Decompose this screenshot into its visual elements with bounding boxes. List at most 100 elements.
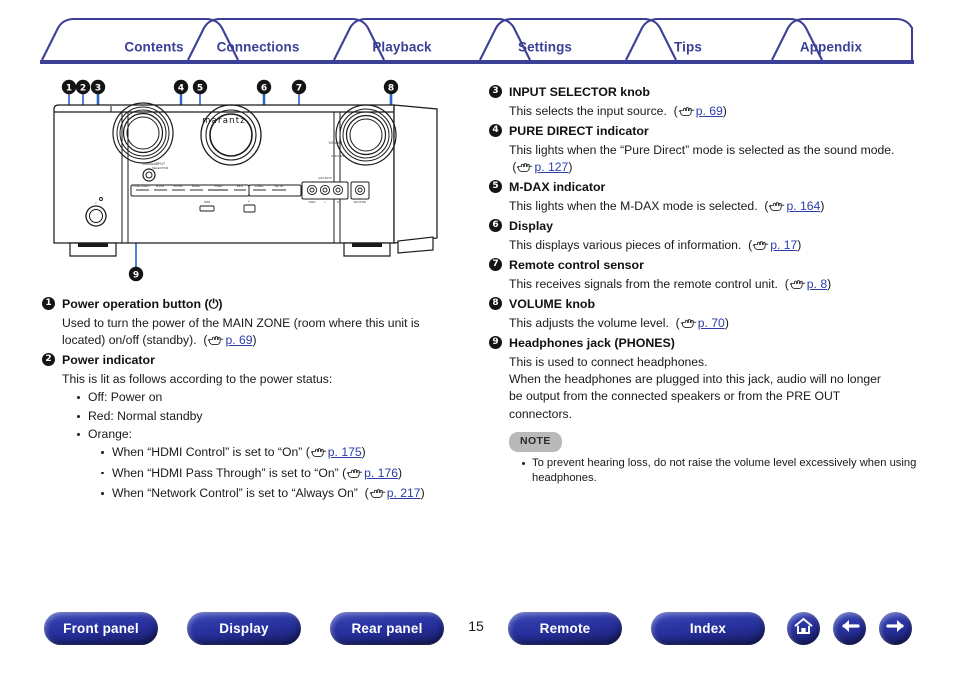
back-icon xyxy=(840,618,860,639)
page-link[interactable]: p. 175 xyxy=(328,445,362,459)
nav-index-button[interactable]: Index xyxy=(651,612,765,645)
svg-text:3: 3 xyxy=(95,83,101,93)
tab-playback[interactable]: Playback xyxy=(372,40,431,55)
tab-appendix[interactable]: Appendix xyxy=(800,40,862,55)
page-link[interactable]: p. 69 xyxy=(225,333,252,347)
callout-number: 7 xyxy=(489,258,502,272)
entry-title-text: VOLUME knob xyxy=(509,297,596,312)
svg-text:ZONE2: ZONE2 xyxy=(255,184,264,188)
body-line: be output from the connected speakers or… xyxy=(509,389,841,404)
front-panel-diagram: marantz INPUT SELECTOR VOLUME PHONES Ι P… xyxy=(48,78,478,283)
list-item: Orange: When “HDMI Control” is set to “O… xyxy=(76,426,482,504)
svg-text:SETUP MIC: SETUP MIC xyxy=(354,202,367,204)
home-button[interactable] xyxy=(787,612,820,645)
entry-body: This adjusts the volume level. (p. 70) xyxy=(489,315,934,334)
entry-body: This is lit as follows according to the … xyxy=(42,371,482,504)
page-link[interactable]: p. 17 xyxy=(770,238,797,252)
callout-number: 3 xyxy=(489,85,502,98)
home-icon xyxy=(794,617,813,640)
tab-settings[interactable]: Settings xyxy=(518,40,572,55)
entry-title-text: Headphones jack (PHONES) xyxy=(509,335,675,350)
page-reference[interactable]: (p. 69) xyxy=(203,333,256,347)
svg-text:AUX1 INPUT: AUX1 INPUT xyxy=(318,177,332,180)
back-button[interactable] xyxy=(833,612,866,645)
page-link[interactable]: p. 217 xyxy=(387,486,421,500)
svg-text:8: 8 xyxy=(388,83,394,93)
page-reference[interactable]: (p. 217) xyxy=(365,486,425,500)
svg-text:TUNER: TUNER xyxy=(214,184,223,188)
page-link[interactable]: p. 164 xyxy=(786,199,820,213)
entry-power-operation-button: 1 Power operation button (⏻) Used to tur… xyxy=(42,296,482,351)
entry-power-indicator: 2 Power indicator This is lit as follows… xyxy=(42,352,482,504)
page-reference[interactable]: (p. 176) xyxy=(342,466,402,480)
page-link[interactable]: p. 176 xyxy=(364,466,398,480)
nav-front-panel-button[interactable]: Front panel xyxy=(44,612,158,645)
entry-title: 5 M-DAX indicator xyxy=(489,179,934,197)
pointing-hand-icon xyxy=(516,161,533,178)
entry-title: 9 Headphones jack (PHONES) xyxy=(489,335,934,353)
svg-text:PURE DIRECT: PURE DIRECT xyxy=(133,184,151,188)
page-reference[interactable]: (p. 164) xyxy=(764,199,824,213)
entry-title: 2 Power indicator xyxy=(42,352,482,370)
page-link[interactable]: p. 69 xyxy=(696,104,723,118)
svg-text:SOUND: SOUND xyxy=(173,184,182,188)
tab-tips[interactable]: Tips xyxy=(674,40,702,55)
top-tab-bar: Contents Connections Playback Settings T… xyxy=(40,16,914,66)
entry-remote-control-sensor: 7 Remote control sensor This receives si… xyxy=(489,257,934,295)
body-line: This displays various pieces of informat… xyxy=(509,237,934,256)
callout-number: 8 xyxy=(489,297,502,311)
callout-number: 5 xyxy=(489,180,502,194)
svg-text:SELECTOR: SELECTOR xyxy=(152,166,169,170)
svg-text:PHONES: PHONES xyxy=(331,154,344,158)
forward-icon xyxy=(885,618,906,639)
callout-number: 6 xyxy=(489,219,502,233)
svg-text:2: 2 xyxy=(80,83,86,93)
list-item: Off: Power on xyxy=(76,389,482,406)
page-link[interactable]: p. 70 xyxy=(698,316,725,330)
pointing-hand-icon xyxy=(310,446,327,463)
entry-title: 1 Power operation button (⏻) xyxy=(42,296,482,314)
list-item: When “HDMI Pass Through” is set to “On” … xyxy=(100,465,482,484)
entry-body: This displays various pieces of informat… xyxy=(489,237,934,256)
list-item: When “Network Control” is set to “Always… xyxy=(100,485,482,504)
page-reference[interactable]: (p. 175) xyxy=(306,445,366,459)
page-link[interactable]: p. 127 xyxy=(534,160,568,174)
entry-title-text: INPUT SELECTOR knob xyxy=(509,85,650,99)
body-line: This adjusts the volume level. (p. 70) xyxy=(509,315,934,334)
entry-title-text: M-DAX indicator xyxy=(509,180,606,195)
page-reference[interactable]: (p. 8) xyxy=(785,277,831,291)
entry-title: 6 Display xyxy=(489,218,934,236)
entry-title: 4 PURE DIRECT indicator xyxy=(489,123,934,141)
body-line: connectors. xyxy=(509,406,573,421)
svg-text:7: 7 xyxy=(296,83,302,93)
page-reference[interactable]: (p. 17) xyxy=(748,238,801,252)
entry-headphones-jack: 9 Headphones jack (PHONES) This is used … xyxy=(489,335,934,423)
svg-text:4: 4 xyxy=(178,83,184,93)
nav-remote-button[interactable]: Remote xyxy=(508,612,622,645)
forward-button[interactable] xyxy=(879,612,912,645)
tab-contents[interactable]: Contents xyxy=(124,40,183,55)
pointing-hand-icon xyxy=(369,487,386,504)
entry-pure-direct-indicator: 4 PURE DIRECT indicator This lights when… xyxy=(489,123,934,178)
page-reference[interactable]: (p. 69) xyxy=(674,104,727,118)
entry-title: 8 VOLUME knob xyxy=(489,296,934,314)
svg-text:5: 5 xyxy=(197,83,203,93)
body-line: This is lit as follows according to the … xyxy=(62,371,333,386)
power-status-list: Off: Power on Red: Normal standby Orange… xyxy=(62,389,482,504)
entry-body: This receives signals from the remote co… xyxy=(489,276,934,295)
body-line: Used to turn the power of the MAIN ZONE … xyxy=(62,315,420,330)
pointing-hand-icon xyxy=(346,467,363,484)
entry-display: 6 Display This displays various pieces o… xyxy=(489,218,934,256)
nav-display-button[interactable]: Display xyxy=(187,612,301,645)
tab-connections[interactable]: Connections xyxy=(217,40,300,55)
nav-rear-panel-button[interactable]: Rear panel xyxy=(330,612,444,645)
entry-title-text: Remote control sensor xyxy=(509,258,644,273)
page-link[interactable]: p. 8 xyxy=(807,277,827,291)
svg-text:9: 9 xyxy=(133,270,139,280)
entry-body: This selects the input source. (p. 69) xyxy=(489,103,934,122)
list-item: To prevent hearing loss, do not raise th… xyxy=(521,456,934,487)
page-reference[interactable]: (p. 70) xyxy=(676,316,729,330)
bottom-navigation-bar: Front panel Display Rear panel Remote In… xyxy=(0,612,954,664)
body-line: This is used to connect headphones. xyxy=(509,354,708,369)
page-reference[interactable]: (p. 127) xyxy=(512,160,572,174)
